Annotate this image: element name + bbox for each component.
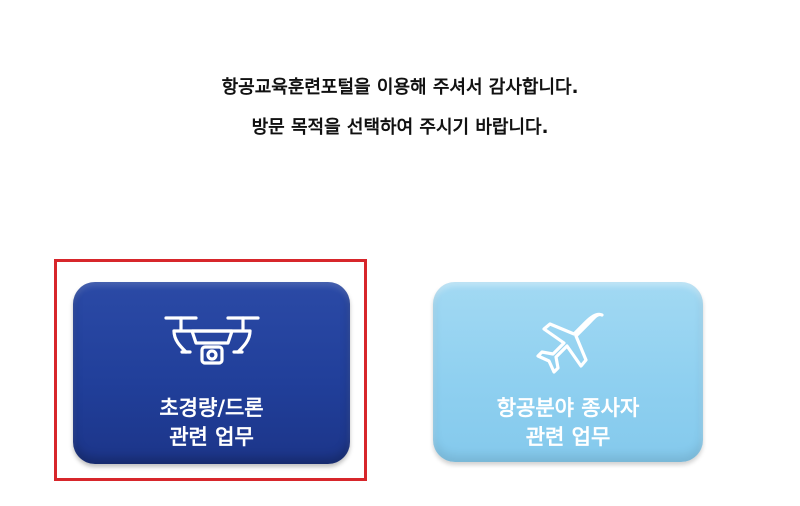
aviation-worker-option-label-line1: 항공분야 종사자: [496, 396, 640, 420]
drone-option-label-line2: 관련 업무: [169, 425, 254, 449]
visit-purpose-page: 항공교육훈련포털을 이용해 주셔서 감사합니다. 방문 목적을 선택하여 주시기…: [0, 0, 800, 506]
instruction-message: 방문 목적을 선택하여 주시기 바랍니다.: [251, 117, 549, 138]
intro-text: 항공교육훈련포털을 이용해 주셔서 감사합니다. 방문 목적을 선택하여 주시기…: [0, 68, 800, 148]
aviation-worker-option-label: 항공분야 종사자 관련 업무: [433, 394, 703, 452]
drone-option-button[interactable]: 초경량/드론 관련 업무: [73, 282, 350, 464]
drone-option-label-line1: 초경량/드론: [159, 396, 264, 420]
drone-icon: [163, 316, 260, 365]
airplane-icon: [536, 312, 604, 374]
drone-option-label: 초경량/드론 관련 업무: [73, 394, 350, 452]
aviation-worker-option-button[interactable]: 항공분야 종사자 관련 업무: [433, 282, 703, 462]
aviation-worker-option-label-line2: 관련 업무: [525, 425, 611, 449]
welcome-message: 항공교육훈련포털을 이용해 주셔서 감사합니다.: [221, 77, 579, 98]
